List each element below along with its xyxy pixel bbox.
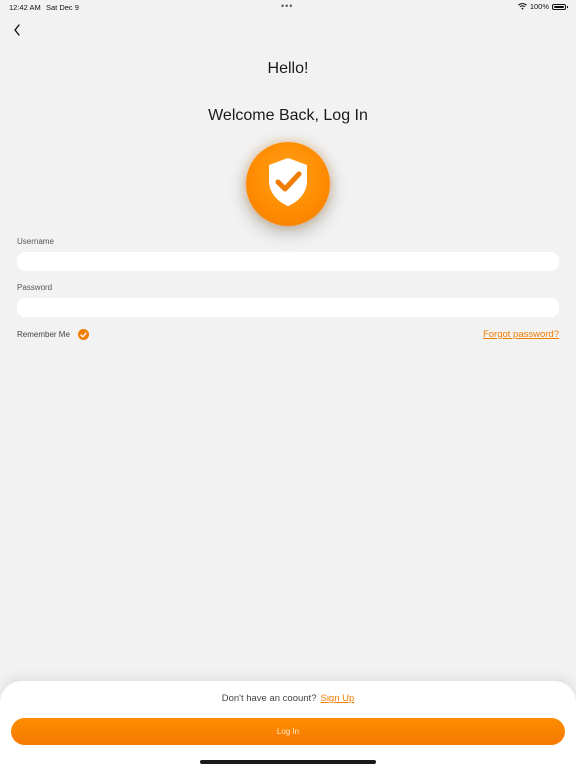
remember-me-label: Remember Me xyxy=(17,330,70,339)
sign-up-link[interactable]: Sign Up xyxy=(320,693,354,704)
home-indicator xyxy=(200,760,376,764)
status-bar: 12:42 AM Sat Dec 9 ••• 100% xyxy=(0,0,576,14)
status-right: 100% xyxy=(517,2,568,11)
signup-row: Don't have an coount? Sign Up xyxy=(0,693,576,704)
remember-me-row[interactable]: Remember Me xyxy=(17,329,89,340)
username-label: Username xyxy=(17,237,54,246)
password-input[interactable] xyxy=(17,298,559,317)
welcome-title: Welcome Back, Log In xyxy=(208,107,368,124)
remember-me-checkbox[interactable] xyxy=(77,329,89,340)
hello-title: Hello! xyxy=(267,60,309,77)
bottom-sheet: Don't have an coount? Sign Up Log In xyxy=(0,681,576,768)
login-button[interactable]: Log In xyxy=(11,718,565,745)
back-button[interactable] xyxy=(10,24,24,40)
status-time: 12:42 AM xyxy=(9,3,41,12)
forgot-password-link[interactable]: Forgot password? xyxy=(483,329,559,340)
no-account-text: Don't have an coount? xyxy=(221,693,317,704)
username-input[interactable] xyxy=(17,252,559,271)
chevron-left-icon xyxy=(13,23,21,41)
battery-icon xyxy=(552,3,568,10)
checkmark-icon xyxy=(80,332,87,337)
battery-percent: 100% xyxy=(529,2,549,11)
password-label: Password xyxy=(17,283,53,292)
shield-badge xyxy=(246,142,330,226)
wifi-icon xyxy=(517,3,527,10)
multitasking-dots-icon[interactable]: ••• xyxy=(281,1,293,11)
status-date: Sat Dec 9 xyxy=(46,3,79,12)
shield-check-icon xyxy=(265,156,311,213)
